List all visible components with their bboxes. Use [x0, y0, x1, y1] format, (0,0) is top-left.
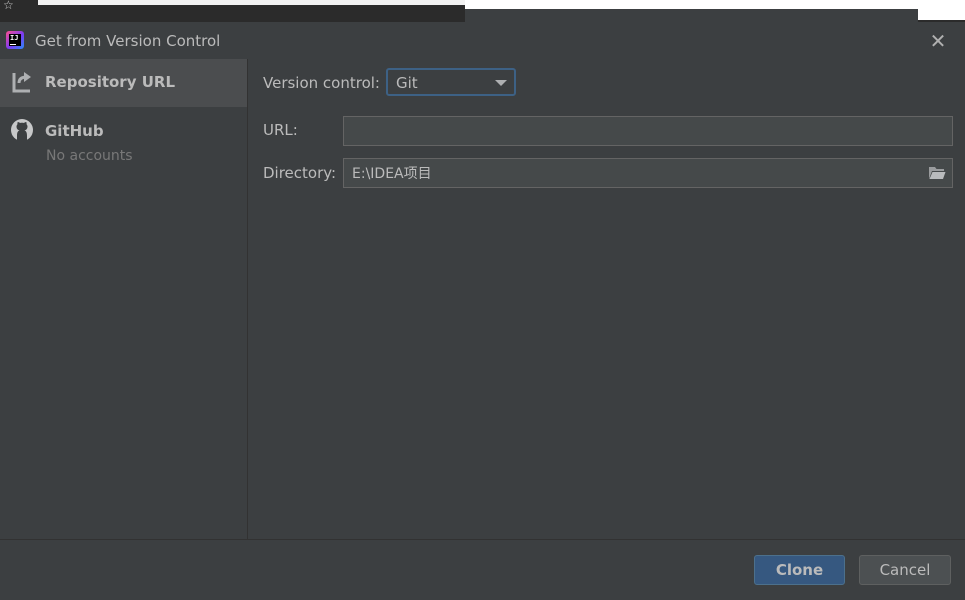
- sidebar-item-sublabel: No accounts: [46, 148, 133, 164]
- url-field-wrapper: [343, 116, 953, 146]
- dialog-titlebar: IJ Get from Version Control ✕: [0, 22, 965, 59]
- background-app-icon: ☆: [3, 0, 14, 12]
- directory-field-wrapper: [343, 158, 953, 188]
- background-window-strip: ☆: [0, 0, 965, 22]
- dialog-title: Get from Version Control: [35, 32, 221, 50]
- background-window-area-2: [918, 9, 965, 20]
- background-bar: [38, 0, 465, 5]
- form-panel: Version control: Git URL: Directory:: [248, 59, 965, 539]
- version-control-select[interactable]: Git: [386, 68, 516, 96]
- directory-label: Directory:: [263, 164, 337, 182]
- directory-input[interactable]: [344, 159, 952, 187]
- sidebar-item-github[interactable]: GitHub No accounts: [0, 115, 247, 175]
- version-control-value: Git: [396, 74, 418, 92]
- get-from-vcs-dialog: IJ Get from Version Control ✕ Repository…: [0, 22, 965, 600]
- sidebar-item-label: Repository URL: [45, 73, 175, 91]
- github-icon: [10, 118, 34, 142]
- chevron-down-icon: [495, 80, 507, 86]
- folder-icon[interactable]: [928, 166, 946, 180]
- cancel-button[interactable]: Cancel: [859, 555, 951, 585]
- intellij-idea-icon: IJ: [6, 31, 24, 49]
- dialog-footer: Clone Cancel: [0, 539, 965, 600]
- close-icon[interactable]: ✕: [928, 31, 948, 51]
- sidebar-item-repository-url[interactable]: Repository URL: [0, 59, 247, 107]
- sidebar-item-label: GitHub: [45, 122, 104, 140]
- url-input[interactable]: [344, 117, 952, 145]
- clone-button[interactable]: Clone: [754, 555, 845, 585]
- repository-url-icon: [10, 70, 34, 94]
- sidebar: Repository URL GitHub No accounts: [0, 59, 248, 539]
- background-window-area: [465, 0, 965, 9]
- version-control-label: Version control:: [263, 74, 380, 92]
- url-label: URL:: [263, 121, 298, 139]
- background-dark-area: [465, 9, 918, 22]
